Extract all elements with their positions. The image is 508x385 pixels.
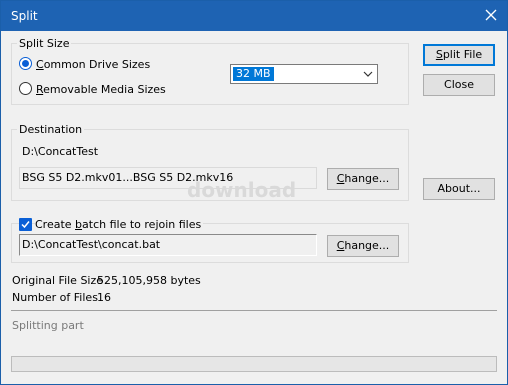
title-bar: Split [1,1,507,31]
close-icon[interactable] [483,7,499,23]
watermark: download [187,178,297,202]
size-select-value: 32 MB [233,67,274,81]
common-drive-sizes-radio[interactable] [19,57,32,70]
about-button[interactable]: About... [423,178,495,200]
divider [11,310,497,311]
change-batch-button[interactable]: Change... [327,235,399,257]
progress-bar [11,356,497,372]
number-of-files-value: 16 [97,291,111,304]
removable-media-sizes-label[interactable]: Removable Media Sizes [36,83,166,96]
batch-path-field[interactable]: D:\ConcatTest\concat.bat [19,234,317,256]
original-file-size-value: 525,105,958 bytes [97,274,201,287]
split-file-button[interactable]: Split File [423,44,495,66]
split-size-label: Split Size [17,37,72,50]
chevron-down-icon[interactable] [363,69,373,79]
check-icon [21,221,30,229]
original-file-size-label: Original File Size [12,274,104,287]
size-select[interactable]: 32 MB [230,64,378,84]
batch-checkbox[interactable] [19,218,32,231]
split-dialog: Split Split Size Common Drive Sizes Remo… [0,0,508,385]
number-of-files-label: Number of Files [12,291,98,304]
destination-label: Destination [17,123,85,136]
window-title: Split [11,9,38,23]
close-button[interactable]: Close [423,74,495,96]
status-text: Splitting part [12,319,84,332]
destination-path: D:\ConcatTest [22,145,99,158]
change-destination-button[interactable]: Change... [327,168,399,190]
removable-media-sizes-radio[interactable] [19,82,32,95]
batch-checkbox-label[interactable]: Create batch file to rejoin files [35,218,204,231]
common-drive-sizes-label[interactable]: Common Drive Sizes [36,58,150,71]
